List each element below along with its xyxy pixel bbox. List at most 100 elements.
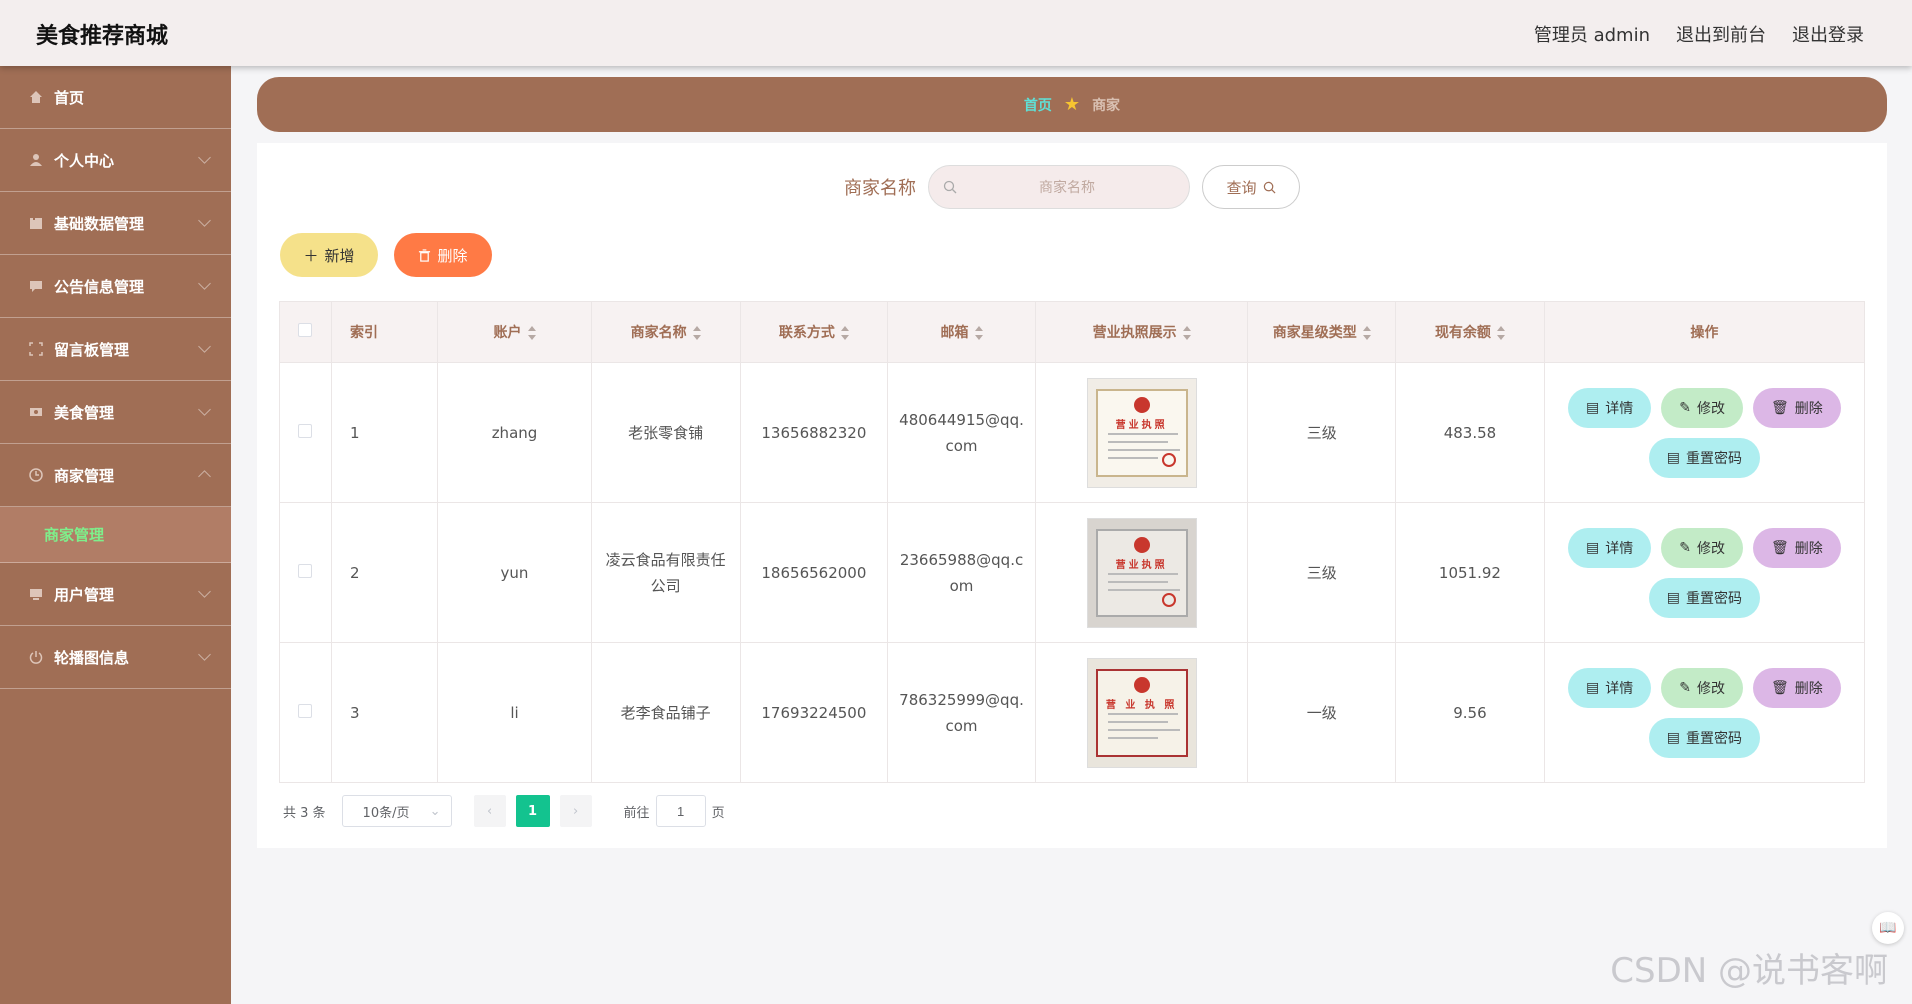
power-icon xyxy=(28,649,44,665)
reset-password-label: 重置密码 xyxy=(1686,589,1743,606)
goto-page-input[interactable] xyxy=(655,795,706,827)
sidebar-item-carousel[interactable]: 轮播图信息 xyxy=(0,626,231,689)
seal-icon xyxy=(1161,592,1176,607)
license-line xyxy=(1107,448,1180,451)
sort-icon[interactable] xyxy=(1362,326,1371,340)
sort-icon[interactable] xyxy=(1182,326,1191,340)
sort-icon[interactable] xyxy=(840,326,849,340)
page-size-select[interactable]: 10条/页 ⌄ xyxy=(341,795,452,827)
book-icon[interactable]: 📖 xyxy=(1872,912,1904,944)
cell-email: 480644915@qq.com xyxy=(887,362,1036,503)
breadcrumb-home[interactable]: 首页 xyxy=(1024,95,1052,115)
document-icon: ▤ xyxy=(1586,399,1600,415)
delete-button[interactable]: 🗑 删除 xyxy=(1753,527,1841,568)
reset-password-button[interactable]: ▤ 重置密码 xyxy=(1648,577,1761,618)
page-number-current[interactable]: 1 xyxy=(515,795,550,827)
trash-icon: 🗑 xyxy=(1771,679,1789,695)
business-license-image[interactable]: 营业执照 xyxy=(1086,517,1197,628)
sidebar-item-food[interactable]: 美食管理 xyxy=(0,381,231,444)
delete-button[interactable]: 🗑 删除 xyxy=(1753,667,1841,708)
logout-link[interactable]: 退出登录 xyxy=(1792,21,1864,47)
pencil-icon: ✎ xyxy=(1679,399,1692,415)
sidebar-item-label: 首页 xyxy=(54,88,85,107)
license-line xyxy=(1107,456,1158,459)
admin-user-link[interactable]: 管理员 admin xyxy=(1534,21,1650,47)
batch-delete-button[interactable]: 删除 xyxy=(394,233,492,277)
business-license-image[interactable]: 营 业 执 照 xyxy=(1086,657,1197,768)
next-page-button[interactable]: › xyxy=(559,795,592,827)
detail-label: 详情 xyxy=(1605,679,1634,696)
home-icon xyxy=(28,89,44,105)
search-label: 商家名称 xyxy=(844,178,916,199)
license-line xyxy=(1107,572,1178,575)
detail-button[interactable]: ▤ 详情 xyxy=(1568,387,1652,428)
delete-button[interactable]: 🗑 删除 xyxy=(1753,387,1841,428)
sidebar-item-basic-data[interactable]: 基础数据管理 xyxy=(0,192,231,255)
chevron-left-icon: ‹ xyxy=(486,803,493,819)
sidebar-item-notice[interactable]: 公告信息管理 xyxy=(0,255,231,318)
emblem-icon xyxy=(1133,536,1150,553)
col-balance-label: 现有余额 xyxy=(1434,325,1491,341)
trash-icon xyxy=(419,248,431,262)
col-balance[interactable]: 现有余额 xyxy=(1395,301,1545,363)
query-button[interactable]: 查询 xyxy=(1202,165,1300,209)
col-email-label: 邮箱 xyxy=(940,325,969,341)
sidebar-item-users[interactable]: 用户管理 xyxy=(0,563,231,626)
reset-password-button[interactable]: ▤ 重置密码 xyxy=(1648,437,1761,478)
sidebar-item-home[interactable]: 首页 xyxy=(0,66,231,129)
row-select-cell xyxy=(279,642,332,783)
document-icon: ▤ xyxy=(1586,679,1600,695)
edit-button[interactable]: ✎ 修改 xyxy=(1661,527,1744,568)
add-button[interactable]: ＋ 新增 xyxy=(280,233,378,277)
merchant-name-search-input[interactable] xyxy=(957,179,1177,195)
sort-icon[interactable] xyxy=(974,326,983,340)
row-checkbox[interactable] xyxy=(298,563,313,578)
col-name-label: 商家名称 xyxy=(630,325,687,341)
sidebar-item-label: 公告信息管理 xyxy=(54,277,145,296)
business-license-image[interactable]: 营业执照 xyxy=(1086,377,1197,488)
chevron-up-icon xyxy=(198,470,211,483)
edit-button[interactable]: ✎ 修改 xyxy=(1661,667,1744,708)
detail-button[interactable]: ▤ 详情 xyxy=(1568,667,1652,708)
document-icon: ▤ xyxy=(1666,449,1681,465)
row-checkbox[interactable] xyxy=(298,423,313,438)
col-account[interactable]: 账户 xyxy=(437,301,592,363)
sort-icon[interactable] xyxy=(692,326,701,340)
exit-to-front-link[interactable]: 退出到前台 xyxy=(1676,21,1766,47)
cell-account: li xyxy=(437,642,592,783)
col-name[interactable]: 商家名称 xyxy=(590,301,741,363)
sidebar-item-label: 商家管理 xyxy=(54,466,115,485)
search-box xyxy=(928,165,1190,209)
col-star[interactable]: 商家星级类型 xyxy=(1247,301,1397,363)
seal-icon xyxy=(1161,452,1176,467)
row-checkbox[interactable] xyxy=(298,703,313,718)
star-icon: ★ xyxy=(1063,94,1081,115)
sort-icon[interactable] xyxy=(1496,326,1505,340)
col-email[interactable]: 邮箱 xyxy=(887,301,1036,363)
sidebar-item-personal[interactable]: 个人中心 xyxy=(0,129,231,192)
col-phone[interactable]: 联系方式 xyxy=(739,301,889,363)
user-icon xyxy=(28,152,44,168)
col-license[interactable]: 营业执照展示 xyxy=(1034,301,1249,363)
reset-password-button[interactable]: ▤ 重置密码 xyxy=(1648,717,1761,758)
row-actions: ▤ 详情 ✎ 修改 🗑 删除 ▤ 重置密码 xyxy=(1553,387,1856,478)
sidebar-item-label: 美食管理 xyxy=(54,403,115,422)
sidebar-item-merchant[interactable]: 商家管理 xyxy=(0,444,231,507)
plus-icon: ＋ xyxy=(303,247,319,265)
content-panel: 商家名称 查询 ＋ 新增 删除 索引 账户 商家名称 xyxy=(257,143,1887,848)
license-frame: 营业执照 xyxy=(1095,528,1188,617)
sidebar-item-guestbook[interactable]: 留言板管理 xyxy=(0,318,231,381)
edit-button[interactable]: ✎ 修改 xyxy=(1661,387,1744,428)
cell-index: 2 xyxy=(330,502,439,643)
chevron-right-icon: › xyxy=(572,803,579,819)
trash-icon: 🗑 xyxy=(1771,399,1789,415)
sidebar-subitem-merchant[interactable]: 商家管理 xyxy=(0,507,231,563)
emblem-icon xyxy=(1133,396,1150,413)
detail-button[interactable]: ▤ 详情 xyxy=(1568,527,1652,568)
prev-page-button[interactable]: ‹ xyxy=(473,795,506,827)
sort-icon[interactable] xyxy=(527,326,536,340)
cell-phone: 13656882320 xyxy=(739,362,889,503)
cell-index: 3 xyxy=(330,642,439,783)
chevron-down-icon xyxy=(198,648,211,661)
select-all-checkbox[interactable] xyxy=(298,323,313,337)
